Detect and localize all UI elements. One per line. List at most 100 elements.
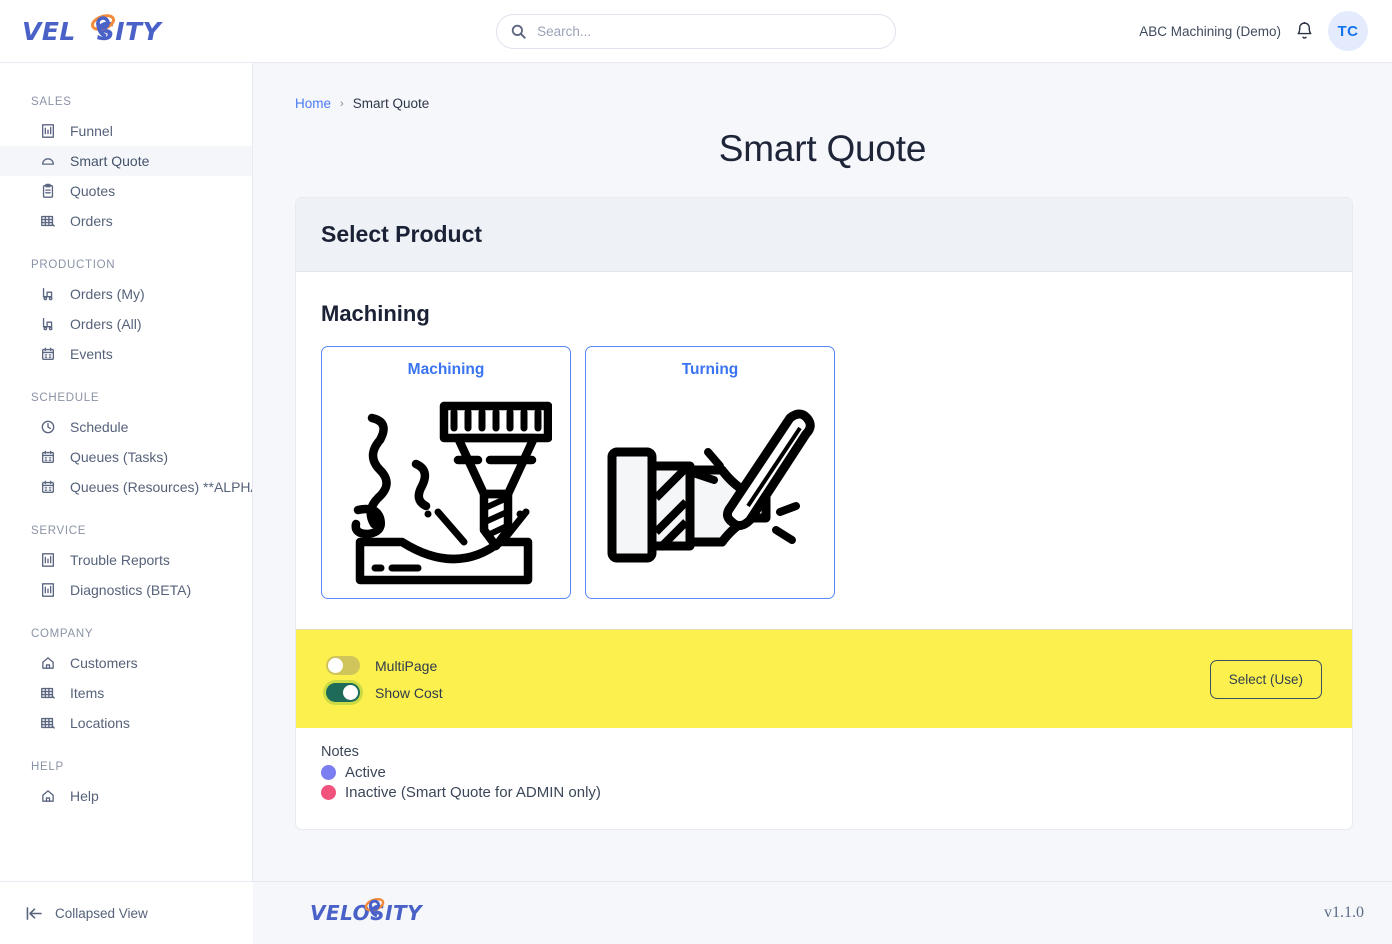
sidebar-item-label: Orders (All) — [70, 316, 142, 332]
sidebar-item-label: Orders — [70, 213, 113, 229]
brand-logo[interactable]: VELOSITY — [0, 13, 253, 46]
collapse-view-label: Collapsed View — [55, 905, 148, 921]
logo-swoosh-icon — [90, 13, 116, 38]
app-version: v1.1.0 — [1324, 904, 1364, 921]
card-body: Machining Machining Turning MultiPage Sh… — [296, 272, 1352, 728]
sidebar-item-smart-quote[interactable]: Smart Quote — [0, 146, 252, 176]
search-zone — [253, 13, 1139, 49]
grid-truck-icon — [40, 715, 56, 731]
notes-title: Notes — [321, 744, 359, 760]
cloud-icon — [40, 153, 56, 169]
breadcrumb-home[interactable]: Home — [295, 96, 331, 111]
show-cost-switch-knob — [343, 685, 358, 700]
sidebar-item-items[interactable]: Items — [0, 678, 252, 708]
main-footer: VELOSITY v1.1.0 — [253, 881, 1392, 944]
avatar[interactable]: TC — [1328, 11, 1368, 51]
milling-machine-icon — [340, 381, 552, 598]
search-input[interactable] — [537, 23, 882, 39]
grid-truck-icon — [40, 213, 56, 229]
select-product-card: Select Product Machining Machining Turni… — [295, 197, 1353, 830]
sidebar-item-label: Schedule — [70, 419, 129, 435]
search-box[interactable] — [496, 13, 897, 49]
footer-velosity-logo: VELOSITY — [310, 897, 422, 925]
footer-logo-swoosh-icon — [364, 897, 385, 918]
home-icon — [40, 788, 56, 804]
inactive-status-dot — [321, 785, 336, 800]
factory-icon — [40, 286, 56, 302]
app-root: VELOSITY ABC Machining (Demo) — [0, 0, 1392, 944]
footer-logo-part-1: VEL — [310, 901, 353, 925]
sidebar-group-company: COMPANY Customers Items Locations — [0, 628, 252, 738]
sidebar-item-diagnostics-beta[interactable]: Diagnostics (BETA) — [0, 575, 252, 605]
sidebar-group-help: HELP Help — [0, 761, 252, 811]
sidebar-item-label: Queues (Tasks) — [70, 449, 169, 465]
org-name: ABC Machining (Demo) — [1139, 23, 1281, 39]
sidebar-item-trouble-reports[interactable]: Trouble Reports — [0, 545, 252, 575]
show-cost-switch[interactable] — [326, 683, 360, 702]
sidebar-item-schedule[interactable]: Schedule — [0, 412, 252, 442]
sidebar-item-help[interactable]: Help — [0, 781, 252, 811]
sidebar-item-orders-all[interactable]: Orders (All) — [0, 309, 252, 339]
sidebar: SALES Funnel Smart Quote Quotes Orders PRODUC… — [0, 63, 253, 944]
collapse-left-icon — [26, 906, 42, 920]
active-status-dot — [321, 765, 336, 780]
top-bar: VELOSITY ABC Machining (Demo) — [0, 0, 1392, 63]
sidebar-item-orders-my[interactable]: Orders (My) — [0, 279, 252, 309]
product-card-turning[interactable]: Turning — [585, 346, 835, 599]
note-inactive: Inactive (Smart Quote for ADMIN only) — [321, 784, 1352, 801]
sidebar-item-queues-resources-alpha[interactable]: Queues (Resources) **ALPHA** — [0, 472, 252, 502]
sidebar-item-label: Customers — [70, 655, 138, 671]
options-toggle-bar: MultiPage Show Cost Select (Use) — [296, 629, 1352, 728]
sidebar-group-service: SERVICE Trouble Reports Diagnostics (BETA) — [0, 525, 252, 605]
note-active-label: Active — [345, 764, 386, 781]
sidebar-item-label: Trouble Reports — [70, 552, 170, 568]
logo-part-1: VEL — [22, 16, 75, 46]
sidebar-item-funnel[interactable]: Funnel — [0, 116, 252, 146]
multipage-switch-knob — [328, 658, 343, 673]
sidebar-item-label: Funnel — [70, 123, 113, 139]
notes-section: Notes Active Inactive (Smart Quote for A… — [296, 728, 1352, 829]
sidebar-item-customers[interactable]: Customers — [0, 648, 252, 678]
sidebar-group-title: SERVICE — [31, 525, 87, 537]
toggle-group: MultiPage Show Cost — [326, 656, 443, 702]
card-header-title: Select Product — [296, 198, 1352, 272]
sidebar-item-queues-tasks[interactable]: Queues (Tasks) — [0, 442, 252, 472]
toggle-multipage[interactable]: MultiPage — [326, 656, 443, 675]
main-content: Home › Smart Quote Smart Quote Select Pr… — [253, 63, 1392, 944]
product-card-machining-label: Machining — [407, 361, 485, 378]
toggle-show-cost[interactable]: Show Cost — [326, 683, 443, 702]
sidebar-item-label: Events — [70, 346, 113, 362]
chart-building-icon — [40, 123, 56, 139]
grid-truck-icon — [40, 685, 56, 701]
sidebar-item-label: Orders (My) — [70, 286, 145, 302]
sidebar-group-sales: SALES Funnel Smart Quote Quotes Orders — [0, 96, 252, 236]
breadcrumb-separator-icon: › — [340, 97, 344, 110]
sidebar-item-label: Queues (Resources) **ALPHA** — [70, 479, 252, 495]
clipboard-icon — [40, 183, 56, 199]
search-icon — [511, 24, 526, 39]
sidebar-item-label: Quotes — [70, 183, 116, 199]
sidebar-item-label: Items — [70, 685, 105, 701]
top-right-controls: ABC Machining (Demo) TC — [1139, 11, 1392, 51]
sidebar-item-quotes[interactable]: Quotes — [0, 176, 252, 206]
sidebar-group-title: COMPANY — [31, 628, 94, 640]
sidebar-item-locations[interactable]: Locations — [0, 708, 252, 738]
sidebar-group-production: PRODUCTION Orders (My) Orders (All) Events — [0, 259, 252, 369]
lathe-turning-icon — [604, 381, 816, 598]
bell-icon[interactable] — [1295, 21, 1314, 42]
sidebar-item-orders[interactable]: Orders — [0, 206, 252, 236]
factory-icon — [40, 316, 56, 332]
toggle-multipage-label: MultiPage — [375, 657, 438, 674]
product-card-turning-label: Turning — [681, 361, 739, 378]
sidebar-item-label: Diagnostics (BETA) — [70, 582, 192, 598]
product-card-machining[interactable]: Machining — [321, 346, 571, 599]
sidebar-group-title: SALES — [31, 96, 72, 108]
sidebar-item-events[interactable]: Events — [0, 339, 252, 369]
calendar-icon — [40, 449, 56, 465]
toggle-show-cost-label: Show Cost — [375, 684, 443, 701]
collapse-view-button[interactable]: Collapsed View — [0, 881, 253, 944]
home-icon — [40, 655, 56, 671]
select-use-button[interactable]: Select (Use) — [1209, 659, 1322, 699]
calendar-icon — [40, 479, 56, 495]
multipage-switch[interactable] — [326, 656, 360, 675]
